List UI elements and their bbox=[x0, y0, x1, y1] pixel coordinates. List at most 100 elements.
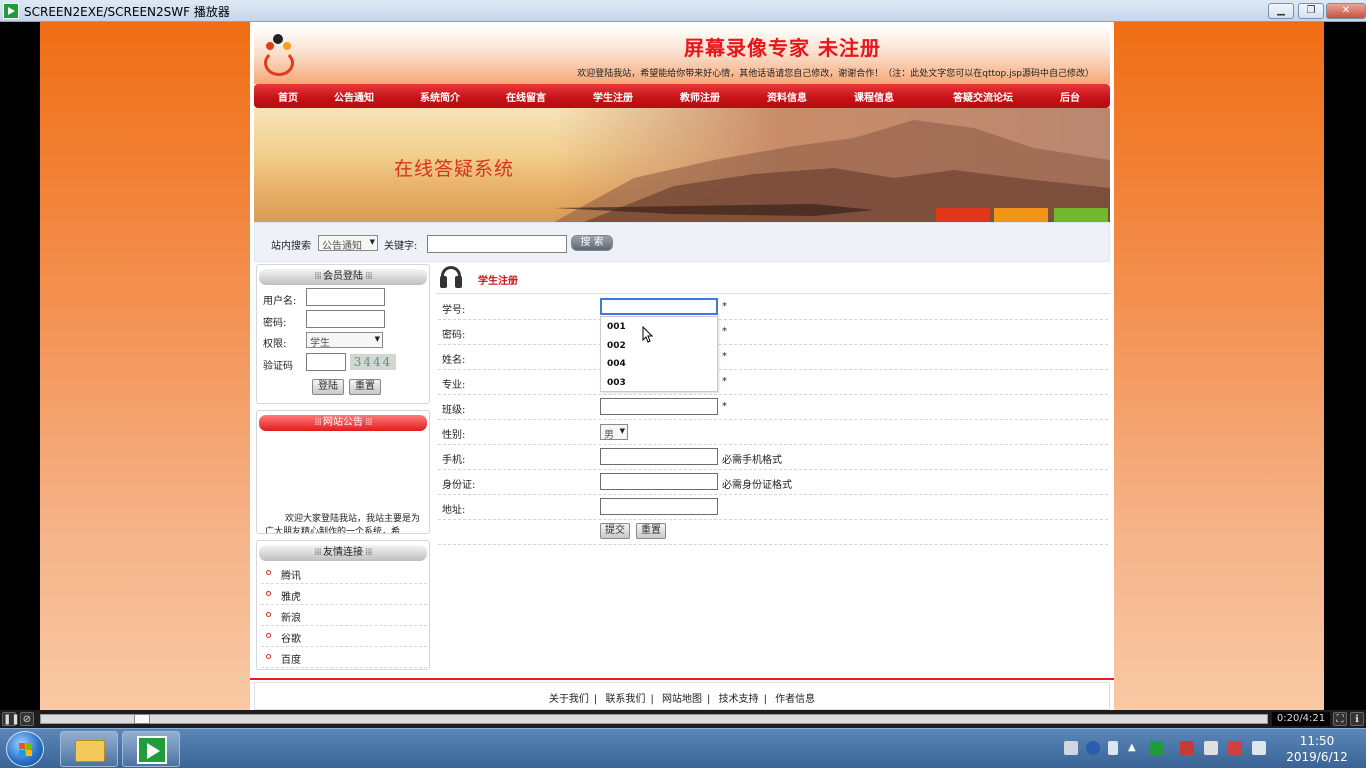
keyboard-icon[interactable] bbox=[1064, 741, 1078, 755]
student-id-input[interactable] bbox=[600, 298, 718, 315]
form-row-id-card: 身份证: 必需身份证格式 bbox=[438, 470, 1108, 495]
form-reset-button[interactable]: 重置 bbox=[636, 523, 666, 539]
banner-block-red bbox=[936, 208, 990, 222]
autocomplete-option[interactable]: 002 bbox=[607, 341, 626, 351]
volume-muted-icon[interactable] bbox=[1204, 741, 1218, 755]
language-icon[interactable] bbox=[1108, 741, 1118, 755]
friend-link[interactable]: 雅虎 bbox=[261, 584, 427, 605]
password-label: 密码: bbox=[263, 318, 287, 329]
headphones-icon bbox=[440, 266, 462, 288]
friend-link[interactable]: 新浪 bbox=[261, 605, 427, 626]
banner-title: 在线答疑系统 bbox=[394, 158, 515, 180]
username-label: 用户名: bbox=[263, 296, 297, 307]
role-select[interactable]: 学生 bbox=[306, 332, 383, 349]
autocomplete-option[interactable]: 004 bbox=[607, 359, 626, 369]
action-center-icon[interactable] bbox=[1180, 741, 1194, 755]
taskbar-explorer[interactable] bbox=[60, 731, 118, 767]
nav-item-admin[interactable]: 后台 bbox=[1060, 89, 1080, 104]
id-card-field[interactable] bbox=[600, 473, 718, 490]
captcha-input[interactable] bbox=[306, 353, 346, 371]
captcha-image: 3444 bbox=[350, 354, 396, 370]
login-panel-title: ⁞⁞⁞ 会员登陆 ⁞⁞⁞ bbox=[259, 269, 427, 285]
form-row-actions: 提交 重置 bbox=[438, 520, 1108, 545]
form-row-name: 姓名: * bbox=[438, 345, 1108, 370]
notice-panel-title: ⁞⁞⁞ 网站公告 ⁞⁞⁞ bbox=[259, 415, 427, 431]
window-title: SCREEN2EXE/SCREEN2SWF 播放器 bbox=[24, 5, 230, 19]
info-button[interactable]: ℹ bbox=[1350, 712, 1364, 726]
site-logo bbox=[262, 32, 296, 76]
nav-item-student-register[interactable]: 学生注册 bbox=[593, 89, 633, 104]
mountain-illustration bbox=[554, 120, 1110, 222]
fullscreen-button[interactable]: ⛶ bbox=[1333, 712, 1347, 726]
network-icon[interactable] bbox=[1228, 741, 1242, 755]
playback-time: 0:20/4:21 bbox=[1272, 712, 1330, 726]
progress-track[interactable] bbox=[40, 714, 1268, 724]
keyword-input[interactable] bbox=[427, 235, 567, 253]
minimize-button[interactable]: ▁ bbox=[1268, 3, 1294, 19]
tray-expand-icon[interactable]: ▲ bbox=[1128, 741, 1138, 755]
banner-block-orange bbox=[994, 208, 1048, 222]
help-icon[interactable] bbox=[1086, 741, 1100, 755]
friend-link[interactable]: 腾讯 bbox=[261, 563, 427, 584]
taskbar-player[interactable] bbox=[122, 731, 180, 767]
pause-button[interactable]: ❚❚ bbox=[2, 712, 20, 726]
login-button[interactable]: 登陆 bbox=[312, 379, 344, 395]
form-row-phone: 手机: 必需手机格式 bbox=[438, 445, 1108, 470]
submit-button[interactable]: 提交 bbox=[600, 523, 630, 539]
folder-icon bbox=[75, 740, 105, 762]
progress-thumb[interactable] bbox=[134, 714, 150, 724]
settings-button[interactable]: ⊘ bbox=[20, 712, 34, 726]
player-stage: 屏幕录像专家 未注册 欢迎登陆我站，希望能给你带来好心情，其他话语请您自己修改，… bbox=[0, 22, 1366, 710]
form-row-student-id: 学号: * bbox=[438, 295, 1108, 320]
address-field[interactable] bbox=[600, 498, 718, 515]
nav-item-guestbook[interactable]: 在线留言 bbox=[506, 89, 546, 104]
footer-link-contact[interactable]: 联系我们 bbox=[605, 694, 645, 705]
nav-item-about[interactable]: 系统简介 bbox=[420, 89, 460, 104]
autocomplete-option[interactable]: 003 bbox=[607, 378, 626, 388]
site-header: 屏幕录像专家 未注册 欢迎登陆我站，希望能给你带来好心情，其他话语请您自己修改，… bbox=[254, 26, 1110, 84]
friend-link[interactable]: 百度 bbox=[261, 647, 427, 668]
nav-item-resources[interactable]: 资料信息 bbox=[767, 89, 807, 104]
login-reset-button[interactable]: 重置 bbox=[349, 379, 381, 395]
search-category-select[interactable]: 公告通知 bbox=[318, 235, 378, 252]
player-icon bbox=[137, 736, 167, 764]
windows-logo-icon bbox=[19, 743, 33, 757]
autocomplete-option[interactable]: 001 bbox=[607, 322, 626, 332]
close-button[interactable]: ✕ bbox=[1326, 3, 1366, 19]
class-field[interactable] bbox=[600, 398, 718, 415]
window-titlebar: SCREEN2EXE/SCREEN2SWF 播放器 ▁ ❐ ✕ bbox=[0, 0, 1366, 22]
login-panel: ⁞⁞⁞ 会员登陆 ⁞⁞⁞ 用户名: 密码: 权限: 学生 验证码 3444 登陆… bbox=[256, 264, 430, 404]
student-id-autocomplete: 001 002 004 003 bbox=[600, 316, 718, 392]
form-row-gender: 性别: 男 bbox=[438, 420, 1108, 445]
form-row-class: 班级: * bbox=[438, 395, 1108, 420]
start-button[interactable] bbox=[6, 731, 44, 767]
footer-link-author[interactable]: 作者信息 bbox=[775, 694, 815, 705]
signal-icon[interactable] bbox=[1252, 741, 1266, 755]
student-register-form: 学生注册 学号: * 密码: * 姓名: * 专业: * 班级: * 性别: 男… bbox=[436, 262, 1110, 682]
search-button[interactable]: 搜 索 bbox=[571, 235, 613, 251]
search-label: 站内搜索 bbox=[271, 241, 311, 252]
form-row-password: 密码: * bbox=[438, 320, 1108, 345]
footer-link-sitemap[interactable]: 网站地图 bbox=[662, 694, 702, 705]
friend-link[interactable]: 谷歌 bbox=[261, 626, 427, 647]
phone-field[interactable] bbox=[600, 448, 718, 465]
nav-item-forum[interactable]: 答疑交流论坛 bbox=[953, 89, 1013, 104]
password-input[interactable] bbox=[306, 310, 385, 328]
maximize-button[interactable]: ❐ bbox=[1298, 3, 1324, 19]
windows-taskbar: ▲ 11:50 2019/6/12 bbox=[0, 728, 1366, 768]
taskbar-clock[interactable]: 11:50 2019/6/12 bbox=[1284, 733, 1350, 765]
form-row-major: 专业: * bbox=[438, 370, 1108, 395]
footer-link-support[interactable]: 技术支持 bbox=[719, 694, 759, 705]
form-title: 学生注册 bbox=[478, 276, 518, 287]
site-title: 屏幕录像专家 未注册 bbox=[684, 36, 881, 60]
nav-item-announcements[interactable]: 公告通知 bbox=[334, 89, 374, 104]
nav-item-home[interactable]: 首页 bbox=[278, 89, 298, 104]
footer-link-about[interactable]: 关于我们 bbox=[549, 694, 589, 705]
web-page: 屏幕录像专家 未注册 欢迎登陆我站，希望能给你带来好心情，其他话语请您自己修改，… bbox=[250, 22, 1114, 710]
nav-item-courses[interactable]: 课程信息 bbox=[854, 89, 894, 104]
player-tray-icon[interactable] bbox=[1150, 741, 1164, 755]
mouse-cursor-icon bbox=[642, 326, 654, 343]
username-input[interactable] bbox=[306, 288, 385, 306]
gender-select[interactable]: 男 bbox=[600, 424, 628, 441]
nav-item-teacher-register[interactable]: 教师注册 bbox=[680, 89, 720, 104]
